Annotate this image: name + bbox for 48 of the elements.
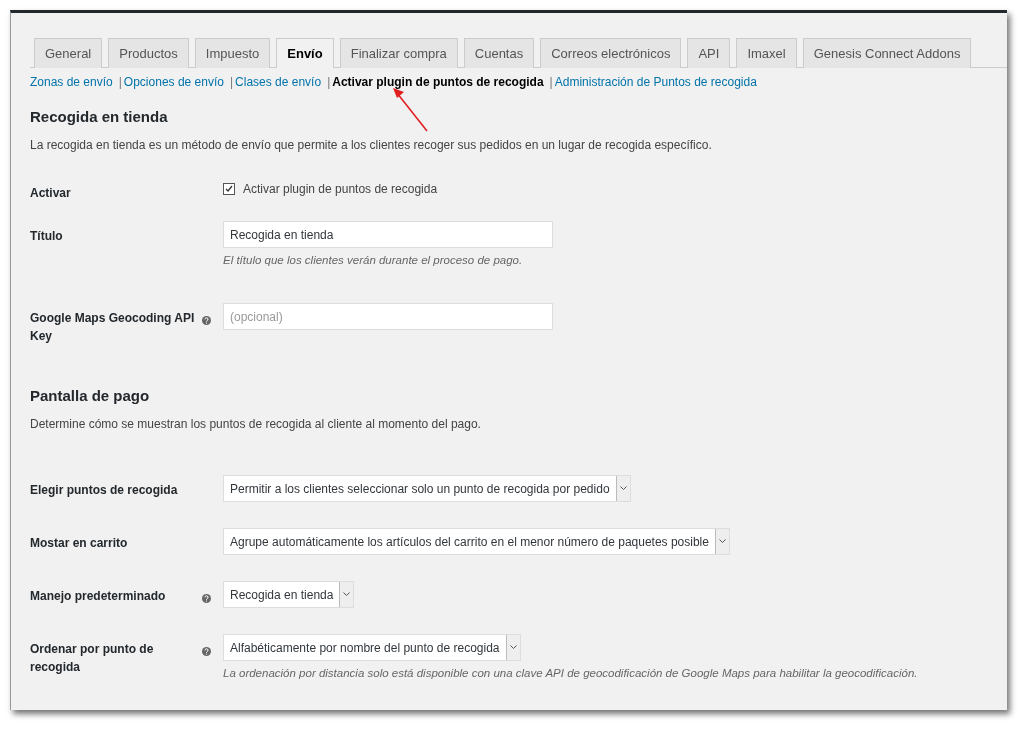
separator: | (549, 75, 553, 89)
settings-tab[interactable]: Impuesto (194, 38, 271, 68)
select-dropdown[interactable]: Permitir a los clientes seleccionar solo un punto de recogida por pedido (223, 475, 631, 502)
settings-tab[interactable]: Cuentas (463, 38, 535, 68)
separator: | (327, 75, 331, 89)
subsection-link[interactable]: Opciones de envío (123, 75, 224, 89)
settings-tab[interactable]: Genesis Connect Addons (802, 38, 972, 68)
settings-tab[interactable]: Envío (276, 38, 334, 68)
field-label: Título (30, 228, 64, 245)
section-description: La recogida en tienda es un método de envío que permite a los clientes recoger sus pedidos en un lugar de recogida específico. (30, 138, 713, 152)
section-heading: Recogida en tienda (30, 108, 169, 125)
help-icon[interactable] (202, 594, 211, 603)
settings-tab[interactable]: API (687, 38, 731, 68)
annotation-arrow (391, 87, 431, 133)
checkbox[interactable] (223, 183, 235, 195)
field-description: La ordenación por distancia solo está disponible con una clave API de geocodificación de Google Maps para habilitar la geocodificación. (223, 667, 918, 679)
caret-icon (509, 645, 517, 650)
text-input[interactable]: Recogida en tienda (223, 221, 553, 248)
caret-icon (619, 486, 627, 491)
settings-tab[interactable]: Productos (108, 38, 189, 68)
section-heading: Pantalla de pago (30, 387, 151, 404)
select-dropdown[interactable]: Recogida en tienda (223, 581, 355, 608)
field-label: Manejo predeterminado (30, 588, 167, 605)
caret-icon (718, 539, 726, 544)
checkbox-option[interactable]: Activar plugin de puntos de recogida (223, 178, 438, 196)
settings-tab[interactable]: General (34, 38, 103, 68)
field-label: Google Maps Geocoding API Key (30, 310, 196, 345)
separator: | (118, 75, 122, 89)
select-dropdown[interactable]: Alfabéticamente por nombre del punto de recogida (223, 634, 521, 661)
settings-tab[interactable]: Imaxel (736, 38, 797, 68)
field-label: Elegir puntos de recogida (30, 482, 179, 499)
field-description: El título que los clientes verán durante el proceso de pago. (223, 254, 524, 266)
subsection-link[interactable]: Zonas de envío (30, 75, 113, 89)
field-label: Ordenar por punto de recogida (30, 641, 155, 676)
field-label: Mostar en carrito (30, 535, 129, 552)
subsection-link[interactable]: Activar plugin de puntos de recogida (332, 75, 544, 89)
help-icon[interactable] (202, 316, 211, 325)
text-input[interactable]: (opcional) (223, 303, 553, 330)
settings-tab[interactable]: Correos electrónicos (540, 38, 682, 68)
select-dropdown[interactable]: Agrupe automáticamente los artículos del carrito en el menor número de paquetes posible (223, 528, 730, 555)
field-label: Activar (30, 185, 72, 202)
subsection-link[interactable]: Administración de Puntos de recogida (554, 75, 757, 89)
subsection-link[interactable]: Clases de envío (235, 75, 322, 89)
section-description: Determine cómo se muestran los puntos de recogida al cliente al momento del pago. (30, 417, 482, 431)
separator: | (229, 75, 234, 89)
caret-icon (343, 592, 351, 597)
help-icon[interactable] (202, 647, 211, 656)
settings-tab[interactable]: Finalizar compra (339, 38, 458, 68)
